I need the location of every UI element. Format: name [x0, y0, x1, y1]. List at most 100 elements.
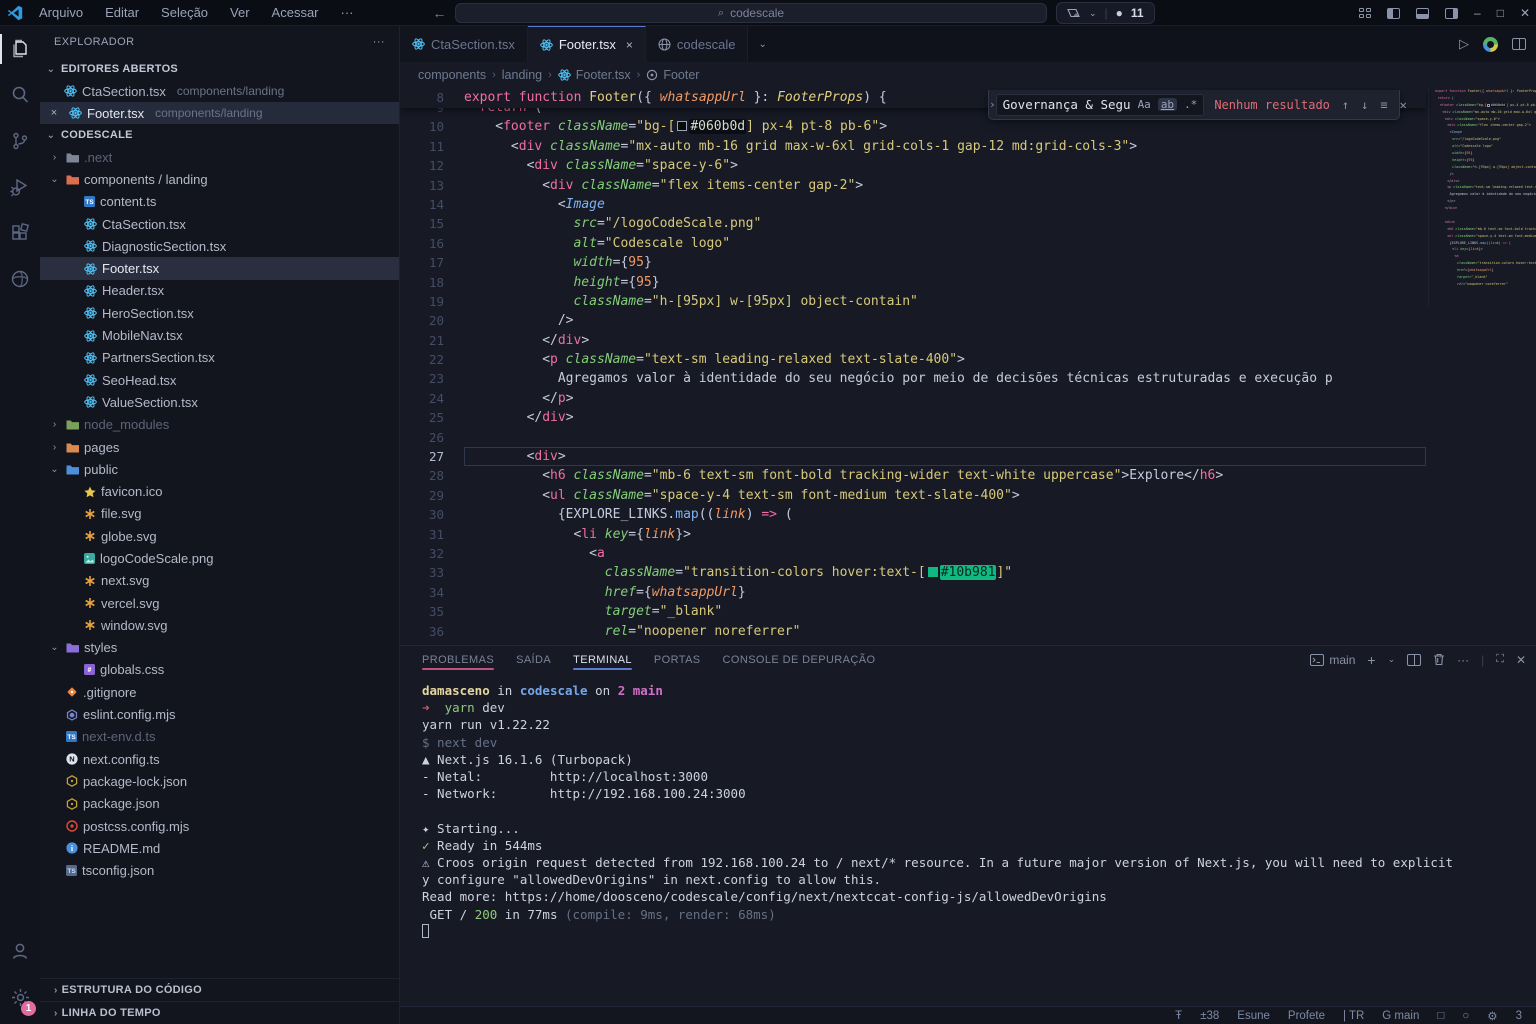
breadcrumb-footer[interactable]: Footer	[646, 68, 699, 82]
tree-item-windowsvg[interactable]: window.svg	[40, 614, 399, 636]
activity-search[interactable]	[0, 72, 40, 118]
minimize-button[interactable]: –	[1474, 6, 1481, 20]
open-editor-footertsx[interactable]: ×Footer.tsxcomponents/landing	[40, 102, 399, 124]
menu-ver[interactable]: Ver	[221, 3, 259, 22]
whole-word-toggle[interactable]: ab	[1158, 98, 1177, 111]
status-item-tr[interactable]: | TR	[1343, 1010, 1364, 1022]
activity-source-control[interactable]	[0, 118, 40, 164]
split-terminal-icon[interactable]	[1407, 654, 1421, 666]
minimap[interactable]: 8export function Footer({ whatsappUrl }:…	[1428, 88, 1536, 308]
tree-item-partnerssectiontsx[interactable]: PartnersSection.tsx	[40, 347, 399, 369]
tree-item-public[interactable]: ⌄public	[40, 458, 399, 480]
breadcrumb-components[interactable]: components	[418, 68, 486, 82]
run-button[interactable]: ▷	[1459, 36, 1469, 52]
split-editor-icon[interactable]	[1512, 38, 1526, 50]
tree-item-packagelockjson[interactable]: package-lock.json	[40, 770, 399, 792]
regex-toggle[interactable]: .*	[1184, 98, 1197, 111]
tree-item-filesvg[interactable]: file.svg	[40, 503, 399, 525]
panel-tab-terminal[interactable]: TERMINAL	[573, 649, 632, 670]
open-editors-header[interactable]: ⌄ EDITORES ABERTOS	[40, 58, 399, 80]
status-item-[interactable]: ⚙	[1487, 1009, 1497, 1023]
color-swatch[interactable]	[928, 567, 938, 577]
activity-account[interactable]	[0, 928, 40, 974]
status-item-[interactable]: □	[1437, 1010, 1444, 1022]
code-line-26[interactable]: 26	[400, 428, 1426, 447]
nav-back-icon[interactable]: ←	[433, 5, 447, 21]
activity-copilot[interactable]	[0, 256, 40, 302]
code-line-15[interactable]: 15src="/logoCodeScale.png"	[400, 214, 1426, 233]
tree-item-ctasectiontsx[interactable]: CtaSection.tsx	[40, 213, 399, 235]
tree-item-next[interactable]: ›.next	[40, 146, 399, 168]
match-case-toggle[interactable]: Aa	[1138, 98, 1151, 111]
status-item-38[interactable]: ±38	[1200, 1010, 1219, 1022]
new-terminal-button[interactable]: +	[1367, 652, 1375, 668]
color-swatch[interactable]	[677, 121, 687, 131]
tree-item-faviconico[interactable]: favicon.ico	[40, 480, 399, 502]
code-line-35[interactable]: 35target="_blank"	[400, 602, 1426, 621]
status-item-[interactable]: ○	[1462, 1010, 1469, 1022]
tab-overflow-chevron[interactable]: ⌄	[748, 26, 776, 62]
terminal[interactable]: damasceno in codescale on 2 main➜ yarn d…	[400, 673, 1536, 940]
command-center-search[interactable]: ⌕ codescale	[455, 3, 1047, 23]
menu-[interactable]: ···	[332, 3, 363, 22]
tree-item-herosectiontsx[interactable]: HeroSection.tsx	[40, 302, 399, 324]
section-linha-do-tempo[interactable]: ›LINHA DO TEMPO	[40, 1001, 399, 1024]
close-button[interactable]: ✕	[1520, 6, 1530, 20]
maximize-panel-icon[interactable]: ⛶	[1496, 653, 1504, 666]
tree-item-nodemodules[interactable]: ›node_modules	[40, 414, 399, 436]
tree-item-componentslanding[interactable]: ⌄components / landing	[40, 168, 399, 190]
code-line-11[interactable]: 11<div className="mx-auto mb-16 grid max…	[400, 137, 1426, 156]
tab-ctasectiontsx[interactable]: CtaSection.tsx	[400, 26, 528, 62]
tree-item-mobilenavtsx[interactable]: MobileNav.tsx	[40, 324, 399, 346]
tree-item-nextenvdts[interactable]: TSnext-env.d.ts	[40, 726, 399, 748]
tab-footertsx[interactable]: Footer.tsx×	[528, 26, 646, 62]
find-expand-icon[interactable]: ›	[989, 98, 996, 111]
tree-item-tsconfigjson[interactable]: TStsconfig.json	[40, 860, 399, 882]
find-input[interactable]: Governança & Segu Aa ab .*	[996, 94, 1205, 116]
tree-item-postcssconfigmjs[interactable]: postcss.config.mjs	[40, 815, 399, 837]
tree-item-contentts[interactable]: TScontent.ts	[40, 191, 399, 213]
tree-item-styles[interactable]: ⌄styles	[40, 637, 399, 659]
code-line-30[interactable]: 30{EXPLORE_LINKS.map((link) => (	[400, 505, 1426, 524]
code-line-22[interactable]: 22<p className="text-sm leading-relaxed …	[400, 350, 1426, 369]
tab-codescale[interactable]: codescale	[646, 26, 749, 62]
code-line-17[interactable]: 17width={95}	[400, 253, 1426, 272]
terminal-process[interactable]: main	[1310, 653, 1355, 667]
panel-tab-portas[interactable]: PORTAS	[654, 649, 701, 670]
code-line-13[interactable]: 13<div className="flex items-center gap-…	[400, 176, 1426, 195]
find-next-icon[interactable]: ↓	[1361, 98, 1368, 112]
maximize-button[interactable]: □	[1497, 6, 1504, 20]
open-editor-ctasectiontsx[interactable]: CtaSection.tsxcomponents/landing	[40, 80, 399, 102]
status-item-esune[interactable]: Esune	[1237, 1010, 1270, 1022]
tree-item-seoheadtsx[interactable]: SeoHead.tsx	[40, 369, 399, 391]
trash-icon[interactable]	[1433, 653, 1445, 666]
code-line-14[interactable]: 14<Image	[400, 195, 1426, 214]
code-line-10[interactable]: 10<footer className="bg-[#060b0d] px-4 p…	[400, 117, 1426, 136]
code-line-19[interactable]: 19className="h-[95px] w-[95px] object-co…	[400, 292, 1426, 311]
menu-editar[interactable]: Editar	[96, 3, 148, 22]
close-icon[interactable]: ×	[46, 107, 62, 119]
tree-item-headertsx[interactable]: Header.tsx	[40, 280, 399, 302]
close-panel-icon[interactable]: ✕	[1516, 653, 1526, 667]
code-line-20[interactable]: 20/>	[400, 311, 1426, 330]
tree-item-globesvg[interactable]: globe.svg	[40, 525, 399, 547]
tree-item-vercelsvg[interactable]: vercel.svg	[40, 592, 399, 614]
terminal-dropdown-icon[interactable]: ⌄	[1388, 654, 1396, 665]
status-item-3[interactable]: 3	[1516, 1010, 1522, 1022]
code-line-25[interactable]: 25</div>	[400, 408, 1426, 427]
code-line-12[interactable]: 12<div className="space-y-6">	[400, 156, 1426, 175]
breadcrumb-footertsx[interactable]: Footer.tsx	[558, 68, 631, 82]
code-line-27[interactable]: 27<div>	[400, 447, 1426, 466]
panel-tab-sa-da[interactable]: SAÍDA	[516, 649, 551, 670]
close-icon[interactable]: ×	[626, 38, 633, 52]
copilot-pill[interactable]: ⌄ | ● 11	[1056, 2, 1155, 24]
tree-item-pages[interactable]: ›pages	[40, 436, 399, 458]
tree-item-globalscss[interactable]: #globals.css	[40, 659, 399, 681]
section-estrutura-do-c-digo[interactable]: ›ESTRUTURA DO CÓDIGO	[40, 978, 399, 1001]
tree-item-eslintconfigmjs[interactable]: eslint.config.mjs	[40, 703, 399, 725]
tree-item-valuesectiontsx[interactable]: ValueSection.tsx	[40, 391, 399, 413]
menu-acessar[interactable]: Acessar	[263, 3, 328, 22]
toggle-panel-icon[interactable]	[1416, 8, 1429, 19]
activity-run-debug[interactable]	[0, 164, 40, 210]
browser-swirl-icon[interactable]	[1483, 37, 1498, 52]
